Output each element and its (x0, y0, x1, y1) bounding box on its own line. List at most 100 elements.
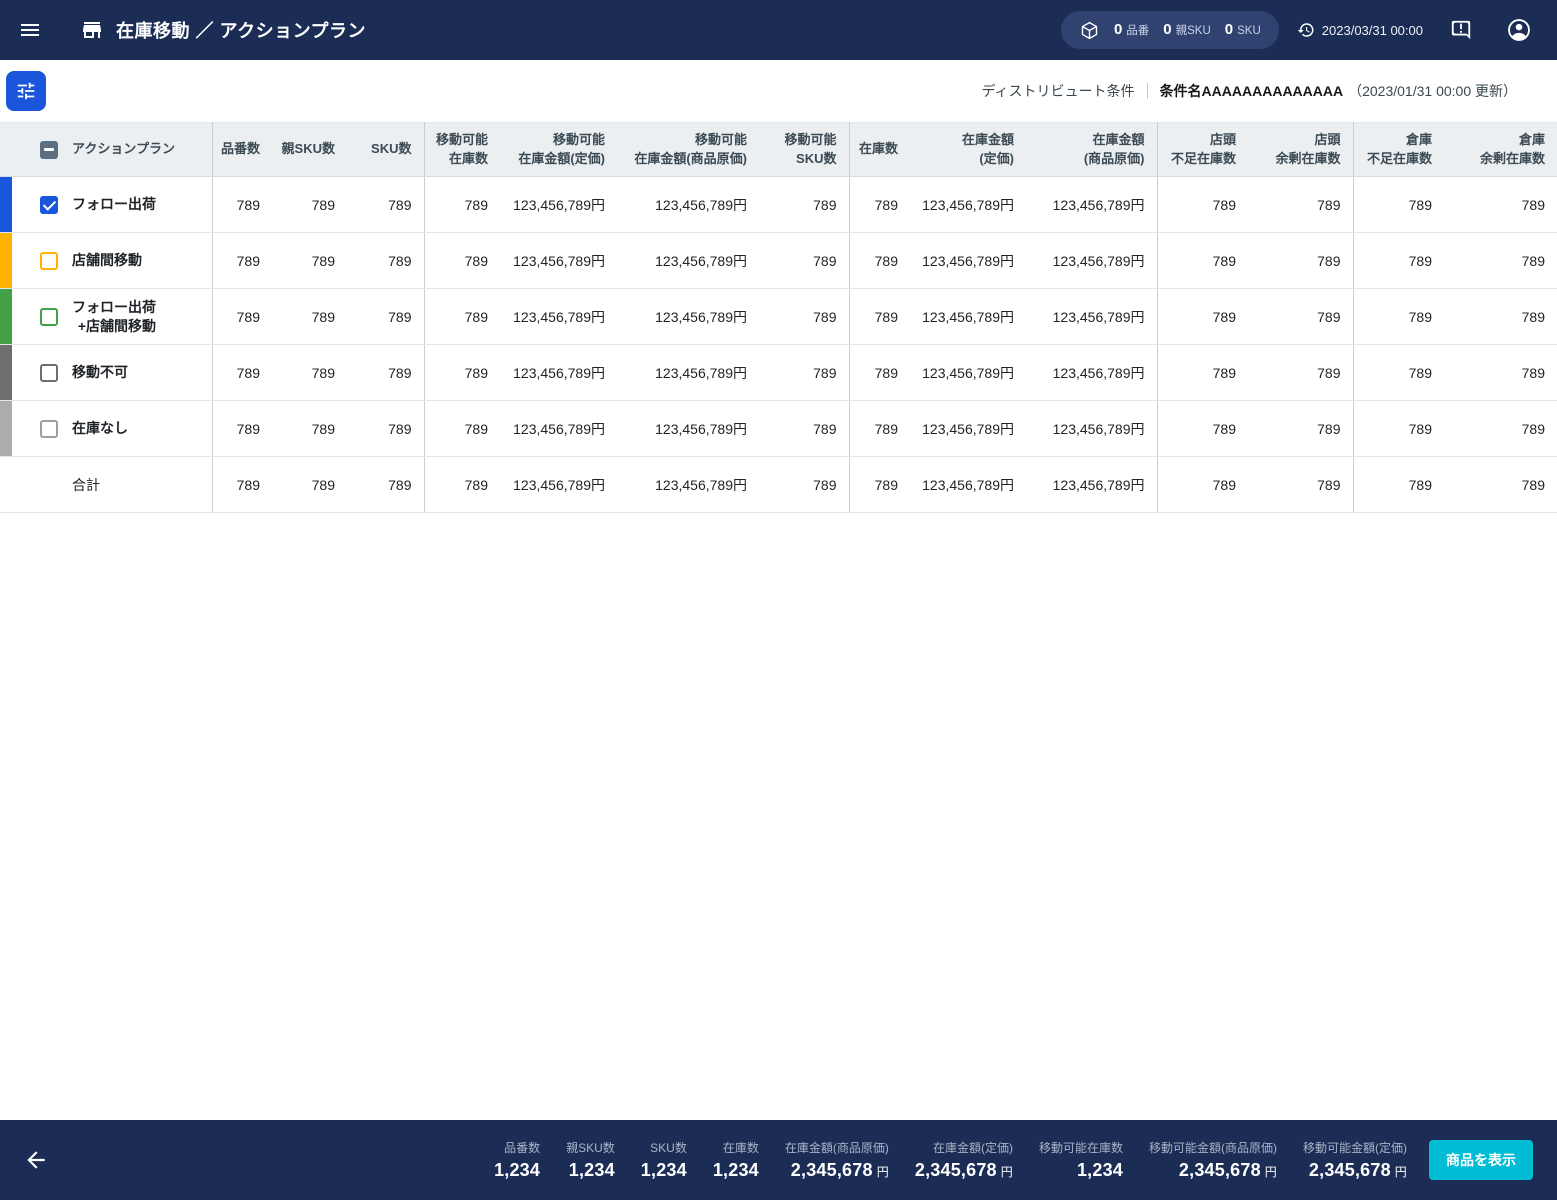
summary-stat-label: 在庫金額(商品原価) (784, 1141, 889, 1155)
table-cell: 789 (1157, 176, 1248, 233)
summary-stat-label: 在庫数 (722, 1141, 759, 1155)
table-cell: 789 (1444, 288, 1557, 345)
column-header-12: 店頭余剰在庫数 (1248, 122, 1354, 177)
table-cell: 789 (347, 400, 425, 457)
table-cell: 123,456,789円 (1026, 344, 1158, 401)
feedback-icon (1451, 20, 1471, 40)
table-cell: 123,456,789円 (500, 344, 617, 401)
column-header-label: SKU数 (796, 150, 837, 166)
column-header-label: 在庫数 (448, 150, 488, 166)
counter-item-parent-sku: 0 親SKU (1163, 21, 1211, 39)
table-cell: 123,456,789円 (617, 288, 759, 345)
table-cell: 123,456,789円 (617, 344, 759, 401)
summary-stat: 在庫金額(定価) 2,345,678 円 (915, 1139, 1013, 1181)
column-header-label: 在庫金額 (1092, 131, 1145, 147)
table-cell: 789 (212, 400, 272, 457)
table-header-row: アクションプラン 品番数 親SKU数 SKU数 移動可能 在庫数 移動可能 在庫金額(定価) 移… (0, 122, 1557, 177)
table-cell: 789 (849, 288, 910, 345)
row-checkbox[interactable] (40, 307, 58, 326)
table-cell: 789 (1157, 288, 1248, 345)
table-cell: 789 (1248, 400, 1354, 457)
feedback-button[interactable] (1441, 10, 1481, 50)
summary-stat-value: 1,234 (1077, 1160, 1123, 1181)
action-plan-label: 移動不可 (72, 363, 128, 382)
column-header-label: 移動可能 (435, 131, 488, 147)
account-button[interactable] (1499, 10, 1539, 50)
column-header-label: 店頭 (1314, 131, 1341, 147)
table-cell: 789 (424, 456, 500, 513)
action-plan-label: 店舗間移動 (72, 251, 142, 270)
table-cell: 789 (849, 400, 910, 457)
back-button[interactable] (16, 1140, 56, 1180)
column-header-label: 余剰在庫数 (1275, 150, 1341, 166)
column-header-label: 在庫数 (858, 141, 898, 157)
title-group: 在庫移動 ／ アクションプラン (80, 17, 366, 43)
action-plan-label-line: 在庫なし (72, 420, 128, 437)
table-cell: 789 (347, 456, 425, 513)
column-header-4: 移動可能在庫数 (424, 122, 500, 177)
summary-stat-number: 2,345,678 (914, 1160, 997, 1180)
table-cell: 789 (272, 288, 347, 345)
table-row: フォロー出荷 789 789 789 789 123,456,789円 123,456,78… (0, 176, 1557, 233)
table-cell: 789 (212, 288, 272, 345)
table-cell: 789 (849, 456, 910, 513)
action-plan-label: 在庫なし (72, 419, 128, 438)
package-icon (1079, 20, 1100, 41)
select-all-checkbox[interactable] (40, 140, 58, 159)
table-cell: 789 (1157, 232, 1248, 289)
summary-stat-number: 2,345,678 (1178, 1160, 1261, 1180)
row-checkbox[interactable] (40, 419, 58, 438)
table-total-row: 合計 789 789 789 789 123,456,789円 123,456,789円 78… (0, 456, 1557, 513)
column-header-label: 余剰在庫数 (1479, 150, 1545, 166)
condition-name[interactable]: 条件名AAAAAAAAAAAAAA (1160, 81, 1344, 101)
arrow-left-icon (27, 1151, 45, 1169)
table-cell: 789 (1353, 176, 1444, 233)
table-cell: 789 (1353, 400, 1444, 457)
summary-stat: 移動可能金額(商品原価) 2,345,678 円 (1149, 1139, 1277, 1181)
summary-stat-unit: 円 (1394, 1165, 1407, 1179)
hamburger-menu-icon (21, 24, 39, 36)
table-cell: 789 (1248, 288, 1354, 345)
table-cell: 123,456,789円 (500, 176, 617, 233)
action-plan-cell: フォロー出荷 +店舗間移動 (0, 288, 213, 345)
selection-counter-pill: 0 品番 0 親SKU 0 SKU (1060, 11, 1279, 49)
action-plan-cell-content: フォロー出荷 +店舗間移動 (0, 289, 212, 344)
table-cell: 789 (1353, 456, 1444, 513)
row-checkbox[interactable] (40, 363, 58, 382)
column-header-label: 在庫金額(定価) (518, 150, 605, 166)
summary-stat-number: 1,234 (1076, 1160, 1123, 1180)
hamburger-menu-button[interactable] (10, 10, 50, 50)
row-checkbox[interactable] (40, 251, 58, 270)
summary-stat-label: SKU数 (650, 1141, 687, 1155)
action-plan-cell-content: フォロー出荷 (0, 177, 212, 232)
table-cell: 123,456,789円 (1026, 456, 1158, 513)
column-header-0: アクションプラン (0, 122, 213, 177)
column-header-label: (商品原価) (1083, 150, 1145, 166)
table-row: 移動不可 789 789 789 789 123,456,789円 123,456,789円… (0, 344, 1557, 401)
table-cell: 789 (759, 176, 850, 233)
table-cell: 789 (424, 232, 500, 289)
distribute-condition: ディストリビュート条件 条件名AAAAAAAAAAAAAA （2023/01/3… (982, 81, 1517, 101)
history-icon (1297, 21, 1315, 39)
action-plan-cell: 店舗間移動 (0, 232, 213, 289)
column-header-label: 移動可能 (784, 131, 837, 147)
summary-stat: SKU数 1,234 (641, 1139, 687, 1181)
row-checkbox[interactable] (40, 195, 58, 214)
column-header-label: 移動可能 (552, 131, 605, 147)
column-header-1: 品番数 (212, 122, 272, 177)
table-cell: 123,456,789円 (500, 400, 617, 457)
column-header-9: 在庫金額 (定価) (910, 122, 1026, 177)
table-cell: 789 (424, 288, 500, 345)
show-products-button[interactable]: 商品を表示 (1429, 1140, 1533, 1180)
topbar-right: 0 品番 0 親SKU 0 SKU 2023/03/31 00:00 (1060, 10, 1539, 50)
table-row: 店舗間移動 789 789 789 789 123,456,789円 123,456,789… (0, 232, 1557, 289)
table-cell: 789 (849, 232, 910, 289)
summary-stat: 品番数 1,234 (494, 1139, 540, 1181)
action-plan-label: フォロー出荷 +店舗間移動 (72, 298, 156, 336)
column-header-label: 店頭 (1209, 131, 1236, 147)
filter-button[interactable] (6, 71, 46, 111)
table-cell: 789 (1157, 456, 1248, 513)
summary-stat-value: 2,345,678 円 (1179, 1160, 1277, 1181)
table-cell: 123,456,789円 (500, 288, 617, 345)
table-cell: 789 (1353, 288, 1444, 345)
